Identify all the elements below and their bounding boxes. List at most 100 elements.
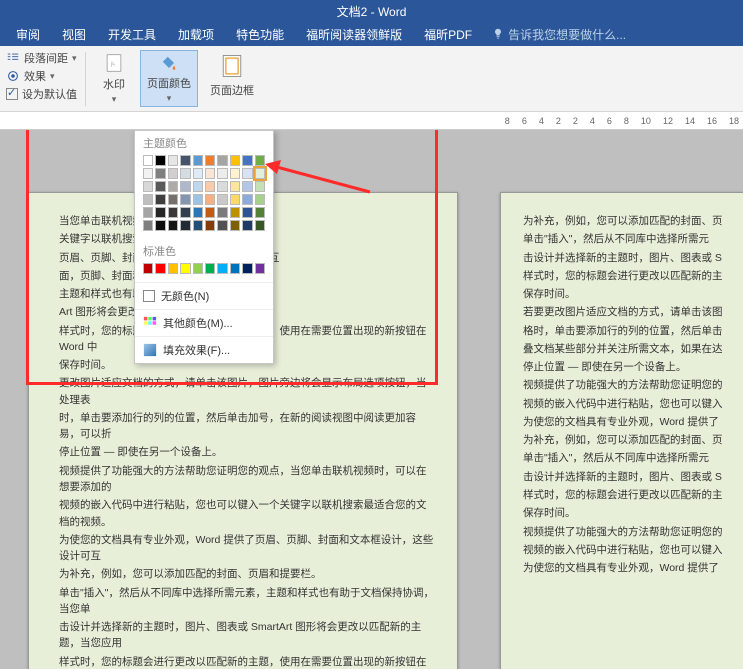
tell-me-search[interactable]: 告诉我您想要做什么... bbox=[492, 26, 626, 43]
color-swatch[interactable] bbox=[193, 155, 203, 166]
color-swatch[interactable] bbox=[168, 168, 178, 179]
color-swatch[interactable] bbox=[193, 168, 203, 179]
color-swatch[interactable] bbox=[230, 155, 240, 166]
color-swatch[interactable] bbox=[143, 155, 153, 166]
color-swatch[interactable] bbox=[205, 181, 215, 192]
color-swatch[interactable] bbox=[205, 168, 215, 179]
color-swatch[interactable] bbox=[217, 263, 227, 274]
color-swatch[interactable] bbox=[230, 168, 240, 179]
menu-addins[interactable]: 加载项 bbox=[168, 23, 224, 46]
color-swatch[interactable] bbox=[255, 207, 265, 218]
menu-foxit-reader[interactable]: 福昕阅读器领鲜版 bbox=[296, 23, 412, 46]
color-swatch[interactable] bbox=[155, 263, 165, 274]
color-swatch[interactable] bbox=[255, 181, 265, 192]
color-swatch[interactable] bbox=[180, 168, 190, 179]
color-swatch[interactable] bbox=[143, 168, 153, 179]
color-swatch[interactable] bbox=[230, 194, 240, 205]
color-swatch[interactable] bbox=[168, 194, 178, 205]
color-swatch[interactable] bbox=[193, 263, 203, 274]
color-swatch[interactable] bbox=[193, 220, 203, 231]
color-swatch[interactable] bbox=[242, 181, 252, 192]
color-swatch[interactable] bbox=[217, 181, 227, 192]
color-swatch[interactable] bbox=[242, 194, 252, 205]
color-swatch[interactable] bbox=[193, 181, 203, 192]
color-swatch[interactable] bbox=[143, 220, 153, 231]
watermark-button[interactable]: A 水印 ▾ bbox=[94, 50, 134, 107]
more-colors-option[interactable]: 其他颜色(M)... bbox=[135, 309, 273, 336]
color-swatch[interactable] bbox=[180, 207, 190, 218]
dropdown-icon[interactable]: ▾ bbox=[112, 94, 117, 105]
set-default-checkbox[interactable] bbox=[6, 88, 18, 100]
color-swatch[interactable] bbox=[205, 155, 215, 166]
color-swatch[interactable] bbox=[168, 155, 178, 166]
color-swatch[interactable] bbox=[143, 207, 153, 218]
color-swatch[interactable] bbox=[180, 155, 190, 166]
menu-review[interactable]: 审阅 bbox=[6, 23, 50, 46]
color-swatch[interactable] bbox=[180, 194, 190, 205]
color-swatch[interactable] bbox=[205, 194, 215, 205]
horizontal-ruler[interactable]: 864224681012141618 bbox=[0, 112, 743, 130]
color-swatch[interactable] bbox=[217, 207, 227, 218]
color-swatch[interactable] bbox=[143, 194, 153, 205]
color-swatch[interactable] bbox=[205, 263, 215, 274]
ruler-tick: 2 bbox=[573, 116, 578, 126]
menu-foxit-pdf[interactable]: 福昕PDF bbox=[414, 23, 482, 46]
color-swatch[interactable] bbox=[180, 181, 190, 192]
color-swatch[interactable] bbox=[168, 207, 178, 218]
ruler-tick: 14 bbox=[685, 116, 695, 126]
fill-effects-option[interactable]: 填充效果(F)... bbox=[135, 336, 273, 363]
dropdown-icon[interactable]: ▾ bbox=[50, 71, 55, 82]
color-swatch[interactable] bbox=[217, 194, 227, 205]
ruler-tick: 2 bbox=[556, 116, 561, 126]
color-swatch[interactable] bbox=[168, 263, 178, 274]
color-swatch[interactable] bbox=[242, 220, 252, 231]
color-swatch[interactable] bbox=[180, 263, 190, 274]
color-swatch[interactable] bbox=[255, 263, 265, 274]
color-swatch[interactable] bbox=[168, 181, 178, 192]
color-swatch[interactable] bbox=[155, 220, 165, 231]
color-swatch[interactable] bbox=[143, 263, 153, 274]
set-default-label[interactable]: 设为默认值 bbox=[22, 86, 77, 102]
color-swatch[interactable] bbox=[155, 207, 165, 218]
menu-view[interactable]: 视图 bbox=[52, 23, 96, 46]
color-swatch[interactable] bbox=[242, 263, 252, 274]
color-swatch[interactable] bbox=[242, 168, 252, 179]
color-swatch[interactable] bbox=[168, 220, 178, 231]
color-swatch[interactable] bbox=[230, 220, 240, 231]
document-page-right[interactable]: 为补充，例如，您可以添加匹配的封面、页单击"插入"，然后从不同库中选择所需元击设… bbox=[500, 192, 743, 669]
color-swatch[interactable] bbox=[255, 220, 265, 231]
standard-colors-header: 标准色 bbox=[135, 239, 273, 261]
color-swatch[interactable] bbox=[205, 207, 215, 218]
document-workspace[interactable]: 当您单击联机视频时，可以在想要添加的关键字以联机搜索最适合您的文档的视频页眉、页… bbox=[0, 130, 743, 669]
color-swatch[interactable] bbox=[155, 168, 165, 179]
page-border-button[interactable]: 页面边框 bbox=[204, 50, 260, 107]
color-swatch[interactable] bbox=[230, 181, 240, 192]
effects-label[interactable]: 效果 bbox=[24, 68, 46, 84]
color-swatch[interactable] bbox=[193, 194, 203, 205]
dropdown-icon[interactable]: ▾ bbox=[167, 93, 172, 104]
dropdown-icon[interactable]: ▾ bbox=[72, 53, 77, 64]
color-swatch[interactable] bbox=[242, 207, 252, 218]
color-swatch[interactable] bbox=[255, 168, 265, 179]
color-swatch[interactable] bbox=[230, 263, 240, 274]
color-swatch[interactable] bbox=[217, 155, 227, 166]
ruler-tick: 8 bbox=[505, 116, 510, 126]
color-swatch[interactable] bbox=[217, 220, 227, 231]
color-swatch[interactable] bbox=[255, 155, 265, 166]
color-swatch[interactable] bbox=[155, 155, 165, 166]
color-swatch[interactable] bbox=[155, 194, 165, 205]
page-color-button[interactable]: 页面颜色 ▾ bbox=[140, 50, 198, 107]
color-swatch[interactable] bbox=[180, 220, 190, 231]
color-swatch[interactable] bbox=[217, 168, 227, 179]
no-color-option[interactable]: 无颜色(N) bbox=[135, 282, 273, 309]
color-swatch[interactable] bbox=[143, 181, 153, 192]
color-swatch[interactable] bbox=[193, 207, 203, 218]
paragraph-spacing-label[interactable]: 段落间距 bbox=[24, 50, 68, 66]
color-swatch[interactable] bbox=[255, 194, 265, 205]
color-swatch[interactable] bbox=[205, 220, 215, 231]
menu-devtools[interactable]: 开发工具 bbox=[98, 23, 166, 46]
color-swatch[interactable] bbox=[230, 207, 240, 218]
menu-special[interactable]: 特色功能 bbox=[226, 23, 294, 46]
color-swatch[interactable] bbox=[242, 155, 252, 166]
color-swatch[interactable] bbox=[155, 181, 165, 192]
